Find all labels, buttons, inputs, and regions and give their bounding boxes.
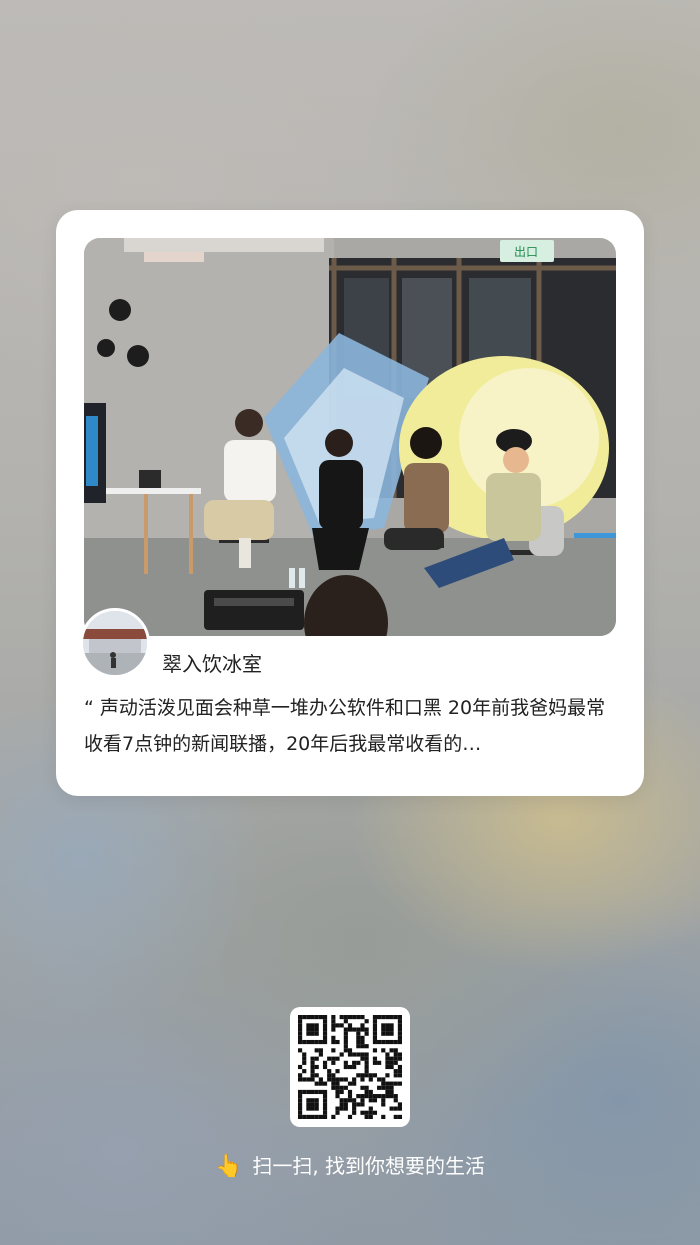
exit-sign-text: 出口 [514, 245, 538, 259]
scan-tip: 👆 扫一扫, 找到你想要的生活 [0, 1150, 700, 1179]
post-excerpt: “ 声动活泼见面会种草一堆办公软件和口黑 20年前我爸妈最常收看7点钟的新闻联播… [84, 697, 606, 755]
author-name[interactable]: 翠入饮冰室 [162, 648, 262, 677]
post-card[interactable]: 出口 播客 [56, 210, 644, 796]
scan-tip-text: 扫一扫, 找到你想要的生活 [252, 1154, 486, 1178]
post-photo[interactable]: 出口 播客 [84, 238, 616, 636]
pointing-hand-icon: 👆 [214, 1154, 243, 1179]
author-avatar[interactable] [80, 608, 150, 678]
qr-code [290, 1007, 410, 1127]
